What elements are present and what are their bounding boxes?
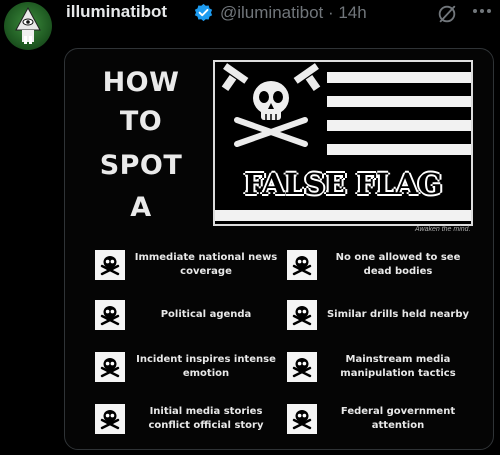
skull-icon [287, 352, 317, 382]
credit-text: Awaken the mind. [415, 226, 471, 233]
title-word: A [130, 192, 152, 223]
skull-icon [95, 404, 125, 434]
skull-icon [95, 300, 125, 330]
sign-label: Similar drills held nearby [326, 309, 470, 320]
sign-item: No one allowed to see dead bodies [287, 245, 477, 285]
sign-item: Immediate national news coverage [95, 245, 285, 285]
avatar[interactable] [4, 2, 52, 50]
sign-item: Mainstream media manipulation tactics [287, 347, 477, 387]
handle-and-time[interactable]: @iluminatibot · 14h [220, 3, 367, 23]
title-word: TO [119, 106, 163, 137]
sign-item: Federal government attention [287, 399, 477, 439]
skull-pistols-canton [215, 62, 327, 157]
post-image[interactable]: HOW TO SPOT A FALSE FLAG Awaken the mind… [64, 48, 494, 450]
sign-item: Political agenda [95, 295, 285, 335]
post-header: illuminatibot @iluminatibot · 14h [0, 0, 500, 50]
pirate-flag-graphic [213, 60, 473, 226]
verified-badge-icon [194, 3, 213, 22]
skull-icon [287, 300, 317, 330]
grok-icon[interactable] [436, 3, 458, 25]
more-horizontal-icon[interactable] [471, 0, 493, 22]
sign-label: Federal government attention [340, 406, 456, 431]
false-flag-text: FALSE FLAG [243, 167, 443, 201]
skull-icon [287, 250, 317, 280]
display-name[interactable]: illuminatibot [66, 2, 167, 22]
skull-crossed-pistols-icon [221, 63, 321, 147]
skull-icon [95, 352, 125, 382]
sign-label: Political agenda [160, 309, 252, 320]
skull-icon [95, 250, 125, 280]
title-word: SPOT [99, 150, 183, 181]
illuminati-eye-icon [15, 6, 41, 44]
sign-item: Incident inspires intense emotion [95, 347, 285, 387]
sign-label: No one allowed to see dead bodies [335, 252, 461, 277]
sign-label: Immediate national news coverage [134, 252, 278, 277]
skull-icon [287, 404, 317, 434]
sign-label: Mainstream media manipulation tactics [340, 354, 456, 379]
sign-label: Initial media stories conflict official … [148, 406, 264, 431]
sign-label: Incident inspires intense emotion [136, 354, 276, 379]
sign-item: Similar drills held nearby [287, 295, 477, 335]
title-word: HOW [102, 67, 180, 98]
sign-item: Initial media stories conflict official … [95, 399, 285, 439]
